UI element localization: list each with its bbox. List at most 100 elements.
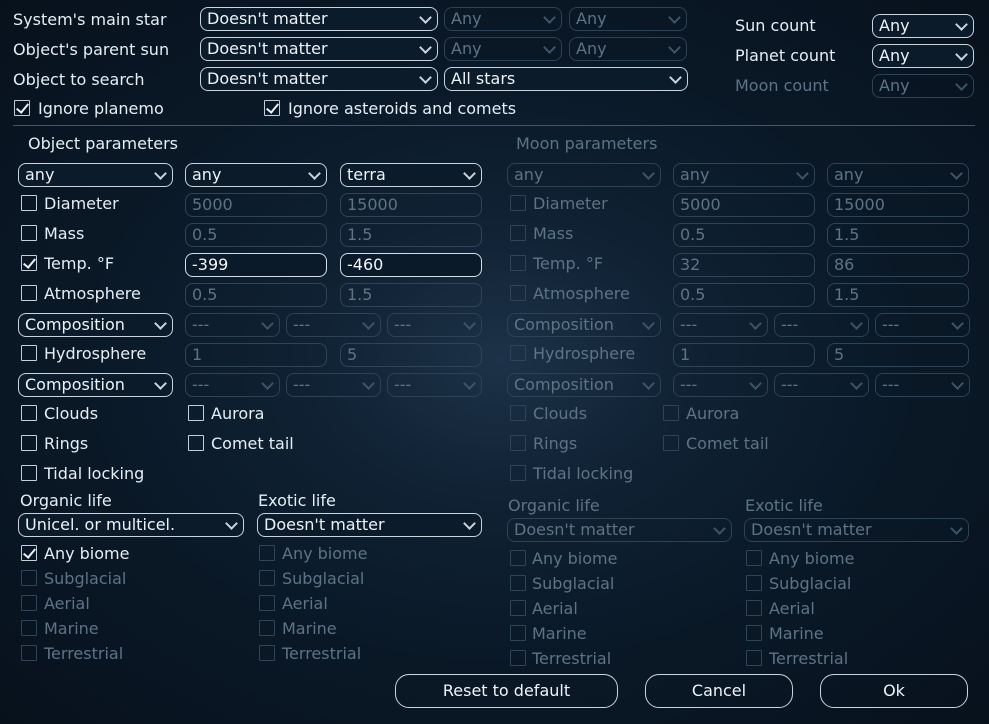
main-star-select[interactable]: Doesn't matter	[200, 7, 438, 31]
moon-rings-checkbox[interactable]	[510, 435, 526, 451]
object-class-select[interactable]: All stars	[444, 67, 688, 91]
diameter-min-input[interactable]: 5000	[185, 193, 327, 217]
aurora-checkbox[interactable]	[188, 405, 204, 421]
moon-hydro-sub-1-select[interactable]: ---	[673, 373, 768, 397]
atmosphere-min-input[interactable]: 0.5	[185, 283, 327, 307]
moon-mass-min-input[interactable]: 0.5	[673, 223, 815, 247]
atmo-gas-3-select[interactable]: ---	[387, 313, 482, 337]
parent-sun-select[interactable]: Doesn't matter	[200, 37, 438, 61]
moon-exotic-terrestrial-checkbox[interactable]	[746, 650, 762, 666]
organic-any-biome-checkbox[interactable]	[21, 545, 37, 561]
ignore-asteroids-checkbox[interactable]	[264, 100, 280, 116]
hydrosphere-min-input[interactable]: 1	[185, 343, 327, 367]
object-type-select[interactable]: any	[18, 163, 173, 187]
moon-temp-min-input[interactable]: 32	[673, 253, 815, 277]
atmo-gas-1-select[interactable]: ---	[185, 313, 280, 337]
temp-max-input[interactable]: -460	[340, 253, 482, 277]
organic-terrestrial-checkbox[interactable]	[21, 645, 37, 661]
atmo-gas-2-select[interactable]: ---	[286, 313, 381, 337]
mass-max-input[interactable]: 1.5	[340, 223, 482, 247]
sun-count-select[interactable]: Any	[872, 14, 974, 38]
parent-sun-type-select[interactable]: Any	[569, 37, 687, 61]
moon-type-select[interactable]: any	[507, 163, 661, 187]
hydrosphere-max-input[interactable]: 5	[340, 343, 482, 367]
atmosphere-composition-select[interactable]: Composition	[18, 313, 173, 337]
main-star-type-select[interactable]: Any	[569, 7, 687, 31]
moon-aurora-checkbox[interactable]	[663, 405, 679, 421]
rings-checkbox[interactable]	[21, 435, 37, 451]
moon-organic-terrestrial-checkbox[interactable]	[510, 650, 526, 666]
ok-button[interactable]: Ok	[820, 674, 968, 708]
moon-temp-checkbox[interactable]	[510, 255, 526, 271]
parent-sun-class-select[interactable]: Any	[444, 37, 562, 61]
moon-temp-max-input[interactable]: 86	[827, 253, 969, 277]
moon-exotic-aerial-checkbox[interactable]	[746, 600, 762, 616]
cancel-button[interactable]: Cancel	[645, 674, 793, 708]
moon-exotic-any-biome-checkbox[interactable]	[746, 550, 762, 566]
ignore-planemo-checkbox[interactable]	[14, 100, 30, 116]
object-class-select-2[interactable]: terra	[340, 163, 482, 187]
moon-hydrosphere-max-input[interactable]: 5	[827, 343, 969, 367]
hydrosphere-checkbox[interactable]	[21, 345, 37, 361]
hydro-composition-select[interactable]: Composition	[18, 373, 173, 397]
atmosphere-max-input[interactable]: 1.5	[340, 283, 482, 307]
mass-min-input[interactable]: 0.5	[185, 223, 327, 247]
object-search-select[interactable]: Doesn't matter	[200, 67, 438, 91]
hydro-sub-1-select[interactable]: ---	[185, 373, 280, 397]
planet-count-select[interactable]: Any	[872, 44, 974, 68]
comet-tail-checkbox[interactable]	[188, 435, 204, 451]
moon-diameter-max-input[interactable]: 15000	[827, 193, 969, 217]
tidal-locking-checkbox[interactable]	[21, 465, 37, 481]
moon-atmo-gas-1-select[interactable]: ---	[673, 313, 768, 337]
moon-count-select[interactable]: Any	[872, 74, 974, 98]
organic-life-select[interactable]: Unicel. or multicel.	[18, 513, 244, 537]
moon-hydrosphere-checkbox[interactable]	[510, 345, 526, 361]
moon-organic-aerial-checkbox[interactable]	[510, 600, 526, 616]
mass-checkbox[interactable]	[21, 225, 37, 241]
moon-atmo-gas-2-select[interactable]: ---	[774, 313, 869, 337]
moon-mass-checkbox[interactable]	[510, 225, 526, 241]
exotic-any-biome-checkbox[interactable]	[259, 545, 275, 561]
diameter-checkbox[interactable]	[21, 195, 37, 211]
reset-to-default-button[interactable]: Reset to default	[395, 674, 618, 708]
moon-organic-subglacial-checkbox[interactable]	[510, 575, 526, 591]
moon-organic-marine-checkbox[interactable]	[510, 625, 526, 641]
moon-hydro-sub-3-select[interactable]: ---	[875, 373, 970, 397]
moon-hydro-sub-2-select[interactable]: ---	[774, 373, 869, 397]
exotic-subglacial-checkbox[interactable]	[259, 570, 275, 586]
exotic-life-select[interactable]: Doesn't matter	[257, 513, 482, 537]
moon-diameter-min-input[interactable]: 5000	[673, 193, 815, 217]
moon-tidal-locking-checkbox[interactable]	[510, 465, 526, 481]
temp-min-input[interactable]: -399	[185, 253, 327, 277]
exotic-terrestrial-checkbox[interactable]	[259, 645, 275, 661]
moon-hydro-composition-select[interactable]: Composition	[507, 373, 661, 397]
moon-mass-max-input[interactable]: 1.5	[827, 223, 969, 247]
moon-comet-tail-checkbox[interactable]	[663, 435, 679, 451]
moon-exotic-marine-checkbox[interactable]	[746, 625, 762, 641]
main-star-class-select[interactable]: Any	[444, 7, 562, 31]
organic-marine-checkbox[interactable]	[21, 620, 37, 636]
hydro-sub-3-select[interactable]: ---	[387, 373, 482, 397]
moon-atmosphere-min-input[interactable]: 0.5	[673, 283, 815, 307]
moon-organic-life-select[interactable]: Doesn't matter	[507, 518, 732, 542]
temp-checkbox[interactable]	[21, 255, 37, 271]
atmosphere-checkbox[interactable]	[21, 285, 37, 301]
hydro-sub-2-select[interactable]: ---	[286, 373, 381, 397]
exotic-aerial-checkbox[interactable]	[259, 595, 275, 611]
moon-diameter-checkbox[interactable]	[510, 195, 526, 211]
moon-atmo-composition-select[interactable]: Composition	[507, 313, 661, 337]
diameter-max-input[interactable]: 15000	[340, 193, 482, 217]
moon-exotic-life-select[interactable]: Doesn't matter	[744, 518, 969, 542]
moon-class-select[interactable]: any	[827, 163, 969, 187]
organic-subglacial-checkbox[interactable]	[21, 570, 37, 586]
moon-clouds-checkbox[interactable]	[510, 405, 526, 421]
moon-atmosphere-checkbox[interactable]	[510, 285, 526, 301]
moon-organic-any-biome-checkbox[interactable]	[510, 550, 526, 566]
organic-aerial-checkbox[interactable]	[21, 595, 37, 611]
clouds-checkbox[interactable]	[21, 405, 37, 421]
exotic-marine-checkbox[interactable]	[259, 620, 275, 636]
moon-atmo-gas-3-select[interactable]: ---	[875, 313, 970, 337]
moon-atmosphere-max-input[interactable]: 1.5	[827, 283, 969, 307]
moon-hydrosphere-min-input[interactable]: 1	[673, 343, 815, 367]
moon-exotic-subglacial-checkbox[interactable]	[746, 575, 762, 591]
